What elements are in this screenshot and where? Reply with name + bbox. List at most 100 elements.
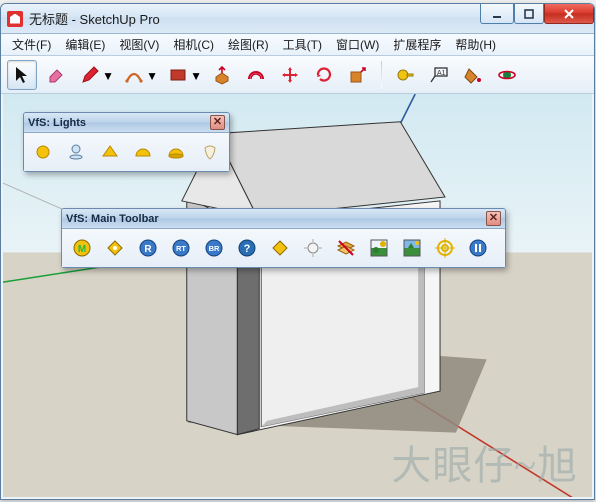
rotate-tool[interactable] — [309, 60, 339, 90]
pause-icon — [468, 238, 488, 258]
batch-render-icon: BR — [204, 238, 224, 258]
ies-light-button[interactable] — [197, 138, 223, 166]
arc-tool[interactable]: ▼ — [119, 60, 149, 90]
chevron-down-icon[interactable]: ▼ — [147, 61, 157, 91]
menu-window[interactable]: 窗口(W) — [329, 34, 386, 55]
sun-icon — [303, 238, 323, 258]
help-button[interactable]: ? — [233, 234, 261, 262]
palette-main-title: VfS: Main Toolbar — [66, 213, 159, 225]
titlebar[interactable]: 无标题 - SketchUp Pro — [1, 4, 594, 34]
render-rt-icon: RT — [171, 238, 191, 258]
spot-light-icon — [66, 142, 86, 162]
main-toolbar: ▼ ▼ ▼ A1 — [1, 56, 594, 94]
render-rt-button[interactable]: RT — [167, 234, 195, 262]
help-icon: ? — [237, 238, 257, 258]
menu-edit[interactable]: 编辑(E) — [58, 34, 112, 55]
text-label-icon: A1 — [429, 65, 449, 85]
batch-render-button[interactable]: BR — [200, 234, 228, 262]
pause-button[interactable] — [464, 234, 492, 262]
focus-button[interactable] — [431, 234, 459, 262]
palette-lights-header[interactable]: VfS: Lights ✕ — [24, 113, 229, 133]
option-editor-button[interactable] — [101, 234, 129, 262]
push-pull-tool[interactable] — [207, 60, 237, 90]
window-controls — [480, 4, 594, 33]
overlay-button[interactable] — [332, 234, 360, 262]
rectangle-icon — [168, 65, 188, 85]
palette-lights-title: VfS: Lights — [28, 117, 86, 129]
scale-tool[interactable] — [343, 60, 373, 90]
ies-light-icon — [200, 142, 220, 162]
svg-text:M: M — [78, 244, 86, 255]
chevron-down-icon[interactable]: ▼ — [103, 61, 113, 91]
environment-icon — [402, 238, 422, 258]
svg-text:BR: BR — [209, 244, 220, 253]
menu-help[interactable]: 帮助(H) — [448, 34, 503, 55]
text-label-tool[interactable]: A1 — [424, 60, 454, 90]
palette-main-header[interactable]: VfS: Main Toolbar ✕ — [62, 209, 505, 229]
offset-tool[interactable] — [241, 60, 271, 90]
eraser-tool[interactable] — [41, 60, 71, 90]
pencil-icon — [80, 65, 100, 85]
rectangle-light-button[interactable] — [97, 138, 123, 166]
svg-text:?: ? — [244, 243, 251, 255]
palette-lights-close[interactable]: ✕ — [210, 115, 225, 130]
dome-light-button[interactable] — [130, 138, 156, 166]
render-icon: R — [138, 238, 158, 258]
options-icon — [105, 238, 125, 258]
palette-main-close[interactable]: ✕ — [486, 211, 501, 226]
svg-text:R: R — [144, 244, 152, 255]
move-icon — [280, 65, 300, 85]
menu-camera[interactable]: 相机(C) — [166, 34, 221, 55]
line-tool[interactable]: ▼ — [75, 60, 105, 90]
rotate-icon — [314, 65, 334, 85]
menu-draw[interactable]: 绘图(R) — [221, 34, 276, 55]
tape-icon — [395, 65, 415, 85]
material-editor-button[interactable]: M — [68, 234, 96, 262]
eraser-icon — [46, 65, 66, 85]
overlay-icon — [336, 238, 356, 258]
window-title: 无标题 - SketchUp Pro — [29, 9, 160, 28]
maximize-button[interactable] — [514, 4, 544, 24]
menu-view[interactable]: 视图(V) — [112, 34, 166, 55]
omni-light-button[interactable] — [30, 138, 56, 166]
select-tool[interactable] — [7, 60, 37, 90]
app-window: 无标题 - SketchUp Pro 文件(F) 编辑(E) 视图(V) 相机(… — [0, 3, 595, 500]
sphere-light-button[interactable] — [163, 138, 189, 166]
offset-icon — [246, 65, 266, 85]
omni-light-icon — [33, 142, 53, 162]
toolbar-separator — [381, 61, 382, 89]
push-pull-icon — [212, 65, 232, 85]
menu-tools[interactable]: 工具(T) — [276, 34, 329, 55]
move-tool[interactable] — [275, 60, 305, 90]
orbit-tool[interactable] — [492, 60, 522, 90]
target-icon — [435, 238, 455, 258]
sphere-light-icon — [166, 142, 186, 162]
menu-file[interactable]: 文件(F) — [5, 34, 58, 55]
render-button[interactable]: R — [134, 234, 162, 262]
palette-main[interactable]: VfS: Main Toolbar ✕ M R RT BR ? — [61, 208, 506, 268]
material-editor-icon: M — [72, 238, 92, 258]
rect-light-icon — [100, 142, 120, 162]
close-button[interactable] — [544, 4, 594, 24]
minimize-button[interactable] — [480, 4, 514, 24]
paint-bucket-tool[interactable] — [458, 60, 488, 90]
scale-icon — [348, 65, 368, 85]
dome-light-icon — [133, 142, 153, 162]
svg-text:RT: RT — [176, 244, 186, 253]
environment-button[interactable] — [398, 234, 426, 262]
menubar: 文件(F) 编辑(E) 视图(V) 相机(C) 绘图(R) 工具(T) 窗口(W… — [1, 34, 594, 56]
cursor-icon — [12, 65, 32, 85]
palette-lights[interactable]: VfS: Lights ✕ — [23, 112, 230, 172]
rectangle-tool[interactable]: ▼ — [163, 60, 193, 90]
orbit-icon — [497, 65, 517, 85]
arc-icon — [124, 65, 144, 85]
svg-text:A1: A1 — [437, 70, 446, 77]
frame-buffer-button[interactable] — [266, 234, 294, 262]
menu-extensions[interactable]: 扩展程序 — [386, 34, 448, 55]
spot-light-button[interactable] — [63, 138, 89, 166]
chevron-down-icon[interactable]: ▼ — [191, 61, 201, 91]
sun-button[interactable] — [299, 234, 327, 262]
camera-button[interactable] — [365, 234, 393, 262]
tape-measure-tool[interactable] — [390, 60, 420, 90]
scene-icon — [369, 238, 389, 258]
